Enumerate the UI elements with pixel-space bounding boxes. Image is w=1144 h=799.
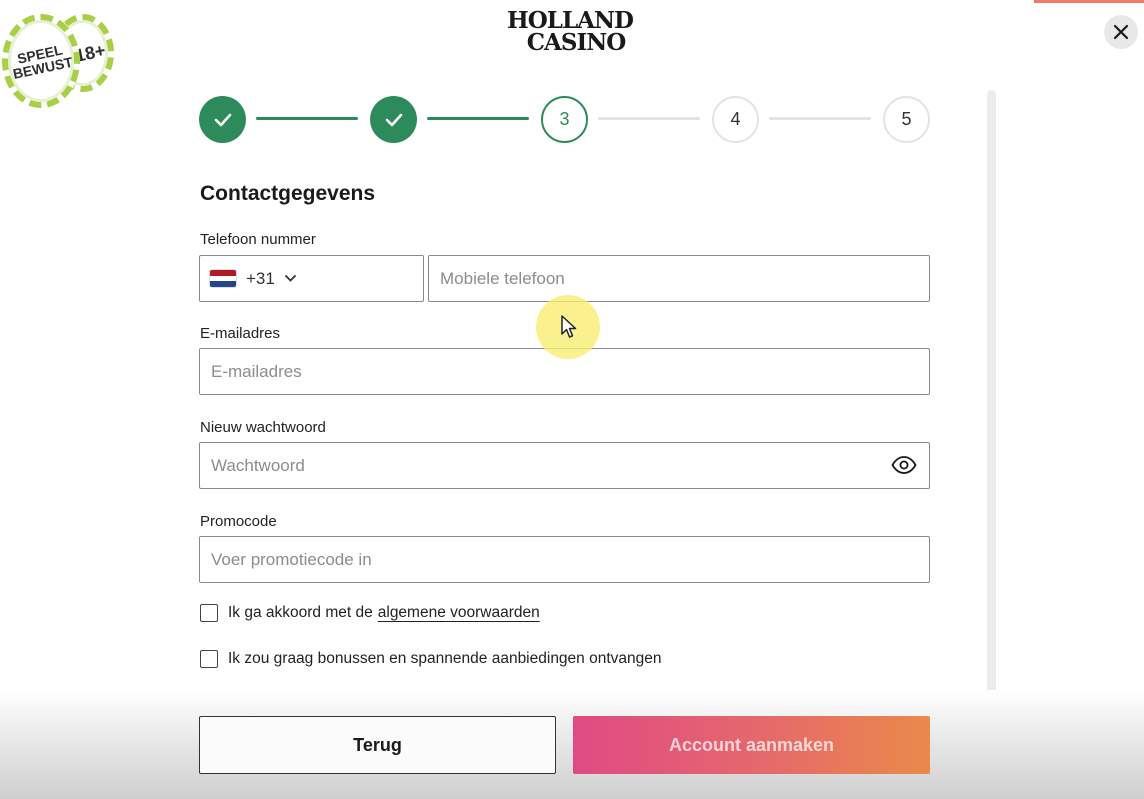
eye-icon[interactable] bbox=[891, 455, 917, 475]
marketing-checkbox[interactable] bbox=[200, 650, 218, 668]
promo-label: Promocode bbox=[200, 513, 277, 530]
terms-row: Ik ga akkoord met de algemene voorwaarde… bbox=[200, 604, 540, 622]
step-connector-3 bbox=[598, 117, 700, 120]
mouse-pointer-icon bbox=[561, 315, 577, 338]
country-code-select[interactable]: +31 bbox=[199, 255, 424, 302]
step-connector-4 bbox=[769, 117, 871, 120]
phone-label: Telefoon nummer bbox=[200, 231, 316, 248]
create-account-button[interactable]: Account aanmaken bbox=[573, 716, 930, 774]
back-button[interactable]: Terug bbox=[199, 716, 556, 774]
speel-bewust-label: SPEEL BEWUST bbox=[11, 41, 74, 82]
terms-link[interactable]: algemene voorwaarden bbox=[378, 604, 540, 622]
password-field[interactable] bbox=[199, 442, 930, 489]
chevron-down-icon bbox=[284, 275, 296, 282]
promo-field[interactable] bbox=[199, 536, 930, 583]
registration-stepper: 3 4 5 bbox=[199, 96, 930, 144]
section-title: Contactgegevens bbox=[200, 182, 376, 205]
terms-checkbox[interactable] bbox=[200, 604, 218, 622]
close-icon bbox=[1113, 24, 1129, 40]
bottom-bar bbox=[0, 690, 1144, 799]
top-accent-bar bbox=[1034, 0, 1144, 3]
scrollbar[interactable] bbox=[987, 90, 996, 748]
mobile-phone-input[interactable] bbox=[440, 256, 918, 301]
step-4: 4 bbox=[712, 96, 759, 143]
holland-casino-logo: HOLLAND CASINO bbox=[500, 9, 640, 66]
speel-bewust-chip: SPEEL BEWUST bbox=[2, 14, 80, 108]
step-5: 5 bbox=[883, 96, 930, 143]
email-label: E-mailadres bbox=[200, 325, 281, 342]
step-1 bbox=[199, 96, 246, 143]
mobile-phone-field[interactable] bbox=[428, 255, 930, 302]
country-code-value: +31 bbox=[246, 268, 275, 288]
step-3: 3 bbox=[541, 96, 588, 143]
marketing-text: Ik zou graag bonussen en spannende aanbi… bbox=[228, 650, 662, 667]
password-input[interactable] bbox=[211, 443, 918, 488]
check-icon bbox=[385, 113, 402, 126]
speel-bewust-badge: 18+ SPEEL BEWUST bbox=[2, 12, 114, 108]
step-2 bbox=[370, 96, 417, 143]
terms-text: Ik ga akkoord met de bbox=[228, 604, 373, 621]
password-label: Nieuw wachtwoord bbox=[200, 419, 326, 436]
flag-nl-icon bbox=[210, 270, 236, 287]
step-connector-2 bbox=[427, 117, 529, 120]
check-icon bbox=[214, 113, 231, 126]
close-button[interactable] bbox=[1104, 15, 1138, 49]
marketing-row: Ik zou graag bonussen en spannende aanbi… bbox=[200, 650, 662, 668]
logo-line-2: CASINO bbox=[526, 29, 627, 56]
promo-input[interactable] bbox=[211, 537, 918, 582]
step-connector-1 bbox=[256, 117, 358, 120]
